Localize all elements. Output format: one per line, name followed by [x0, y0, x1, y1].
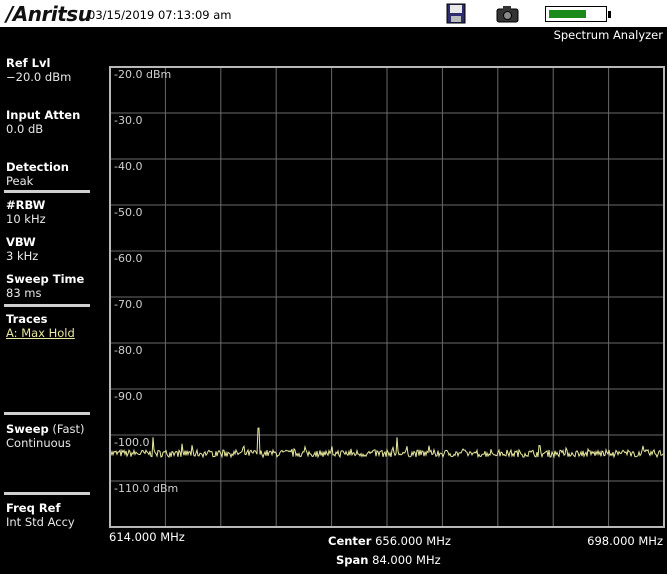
plot-grid	[110, 67, 664, 527]
y-axis-label: -50.0	[114, 206, 142, 219]
center-frequency: Center 656.000 MHz	[328, 534, 451, 548]
y-axis-label: -70.0	[114, 298, 142, 311]
y-axis-label: -110.0 dBm	[114, 482, 178, 495]
center-value: 656.000 MHz	[375, 534, 451, 548]
center-label: Center	[328, 534, 372, 548]
spectrum-plot[interactable]: -20.0 dBm -30.0 -40.0 -50.0 -60.0 -70.0 -80.0 -…	[0, 0, 667, 574]
y-axis-label: -90.0	[114, 390, 142, 403]
y-axis-labels: -20.0 dBm -30.0 -40.0 -50.0 -60.0 -70.0 -80.0 -…	[114, 68, 178, 495]
start-frequency: 614.000 MHz	[109, 530, 185, 544]
span-label: Span	[336, 553, 369, 567]
span-frequency: Span 84.000 MHz	[336, 553, 441, 567]
span-value: 84.000 MHz	[372, 553, 441, 567]
y-axis-label: -80.0	[114, 344, 142, 357]
y-axis-label: -100.0	[114, 436, 149, 449]
stop-frequency: 698.000 MHz	[587, 534, 663, 548]
y-axis-label: -20.0 dBm	[114, 68, 171, 81]
y-axis-label: -60.0	[114, 252, 142, 265]
y-axis-label: -30.0	[114, 114, 142, 127]
y-axis-label: -40.0	[114, 160, 142, 173]
